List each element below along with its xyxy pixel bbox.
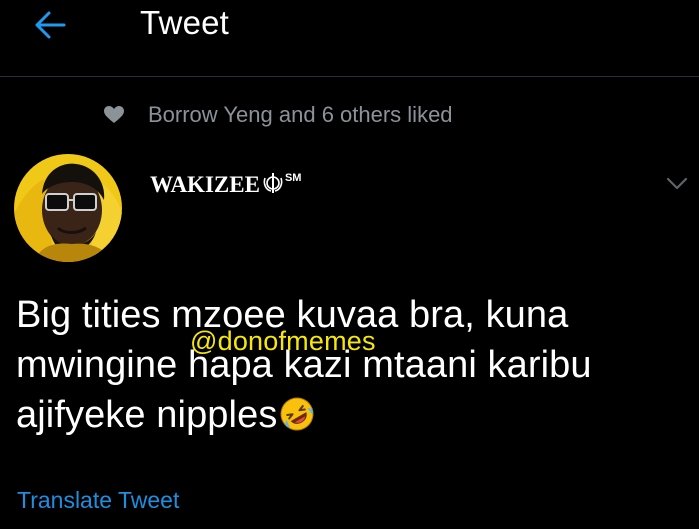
tweet-more-button[interactable] — [662, 172, 692, 196]
author-display-name: WAKIZEE — [150, 172, 260, 197]
author-name[interactable]: WAKIZEE SM — [150, 172, 301, 198]
arrow-left-icon — [35, 11, 66, 39]
watermark: @donofmemes — [190, 326, 376, 356]
page-title: Tweet — [140, 4, 230, 41]
app-header: Tweet — [0, 0, 699, 77]
author-name-suffix: SM — [284, 172, 302, 184]
avatar[interactable] — [14, 154, 122, 262]
khanda-icon — [262, 172, 284, 194]
tweet-text-line-content: ajifyeke nipples — [16, 394, 278, 436]
social-context[interactable]: Borrow Yeng and 6 others liked — [104, 102, 453, 128]
tweet-text: Big tities mzoee kuvaa bra, kuna mwingin… — [16, 290, 688, 440]
tweet-text-line: ajifyeke nipples — [16, 390, 688, 440]
heart-icon — [104, 106, 124, 124]
translate-tweet-link[interactable]: Translate Tweet — [17, 487, 179, 514]
chevron-down-icon — [666, 177, 688, 190]
rolling-on-floor-laughing-icon — [279, 395, 315, 431]
back-button[interactable] — [30, 8, 70, 42]
social-context-label: Borrow Yeng and 6 others liked — [148, 102, 453, 127]
